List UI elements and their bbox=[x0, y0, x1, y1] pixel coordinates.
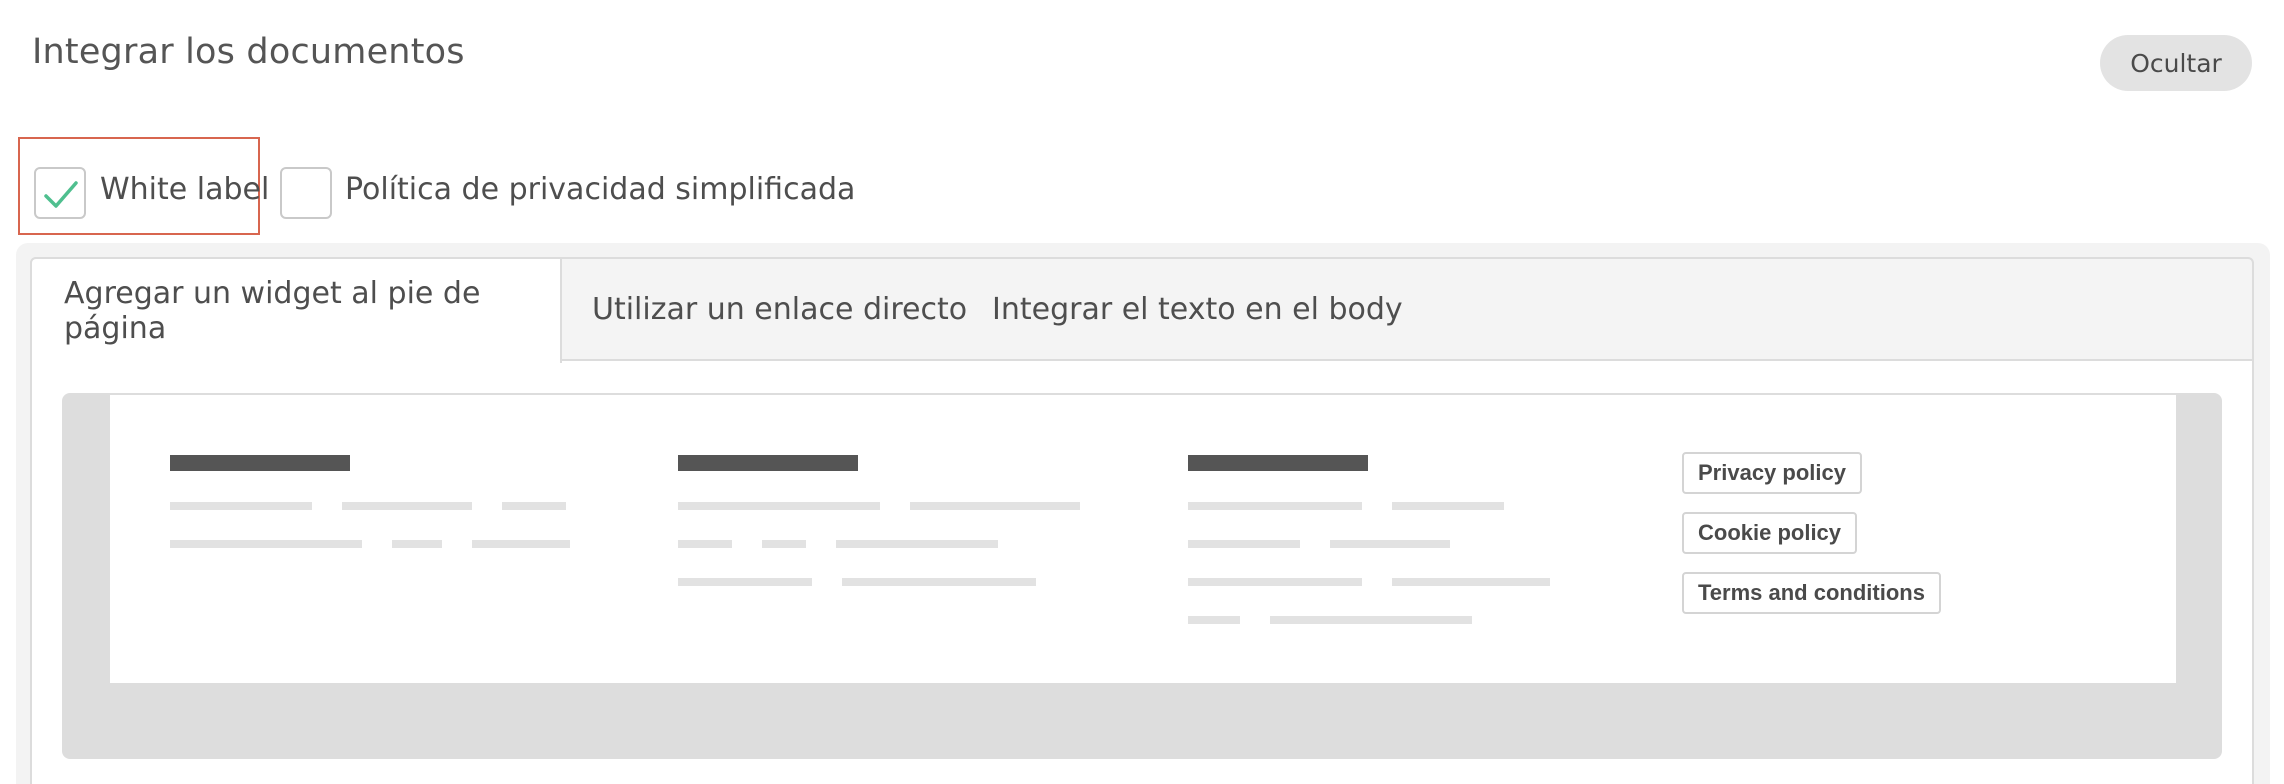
cookie-policy-link[interactable]: Cookie policy bbox=[1682, 512, 1858, 554]
placeholder-text bbox=[678, 578, 812, 586]
placeholder-heading bbox=[1188, 455, 1368, 471]
page-title: Integrar los documentos bbox=[32, 32, 465, 72]
placeholder-text bbox=[762, 540, 806, 548]
white-label-label[interactable]: White label bbox=[100, 172, 269, 207]
placeholder-text bbox=[1188, 540, 1300, 548]
placeholder-text bbox=[842, 578, 1036, 586]
placeholder-text bbox=[472, 540, 570, 548]
placeholder-text bbox=[170, 502, 312, 510]
footer-preview-card bbox=[110, 395, 2176, 683]
privacy-policy-link[interactable]: Privacy policy bbox=[1682, 452, 1862, 494]
tab-body-text[interactable]: Integrar el texto en el body bbox=[992, 257, 1403, 361]
placeholder-heading bbox=[678, 455, 858, 471]
terms-and-conditions-link[interactable]: Terms and conditions bbox=[1682, 572, 1941, 614]
placeholder-heading bbox=[170, 455, 350, 471]
placeholder-text bbox=[502, 502, 566, 510]
placeholder-text bbox=[342, 502, 472, 510]
placeholder-text bbox=[678, 540, 732, 548]
white-label-checkbox[interactable] bbox=[34, 167, 86, 219]
placeholder-text bbox=[1330, 540, 1450, 548]
placeholder-text bbox=[1188, 578, 1362, 586]
hide-button[interactable]: Ocultar bbox=[2100, 35, 2252, 91]
tab-footer-widget[interactable]: Agregar un widget al pie de página bbox=[30, 257, 562, 363]
simplified-privacy-label[interactable]: Política de privacidad simplificada bbox=[345, 172, 855, 207]
page: Integrar los documentos Ocultar White la… bbox=[0, 0, 2284, 784]
placeholder-text bbox=[1188, 616, 1240, 624]
placeholder-text bbox=[1188, 502, 1362, 510]
placeholder-text bbox=[836, 540, 998, 548]
check-icon bbox=[44, 181, 78, 208]
placeholder-text bbox=[1392, 578, 1550, 586]
simplified-privacy-checkbox[interactable] bbox=[280, 167, 332, 219]
placeholder-text bbox=[1392, 502, 1504, 510]
placeholder-text bbox=[392, 540, 442, 548]
placeholder-text bbox=[170, 540, 362, 548]
placeholder-text bbox=[1270, 616, 1472, 624]
placeholder-text bbox=[678, 502, 880, 510]
placeholder-text bbox=[910, 502, 1080, 510]
tab-direct-link[interactable]: Utilizar un enlace directo bbox=[592, 257, 967, 361]
